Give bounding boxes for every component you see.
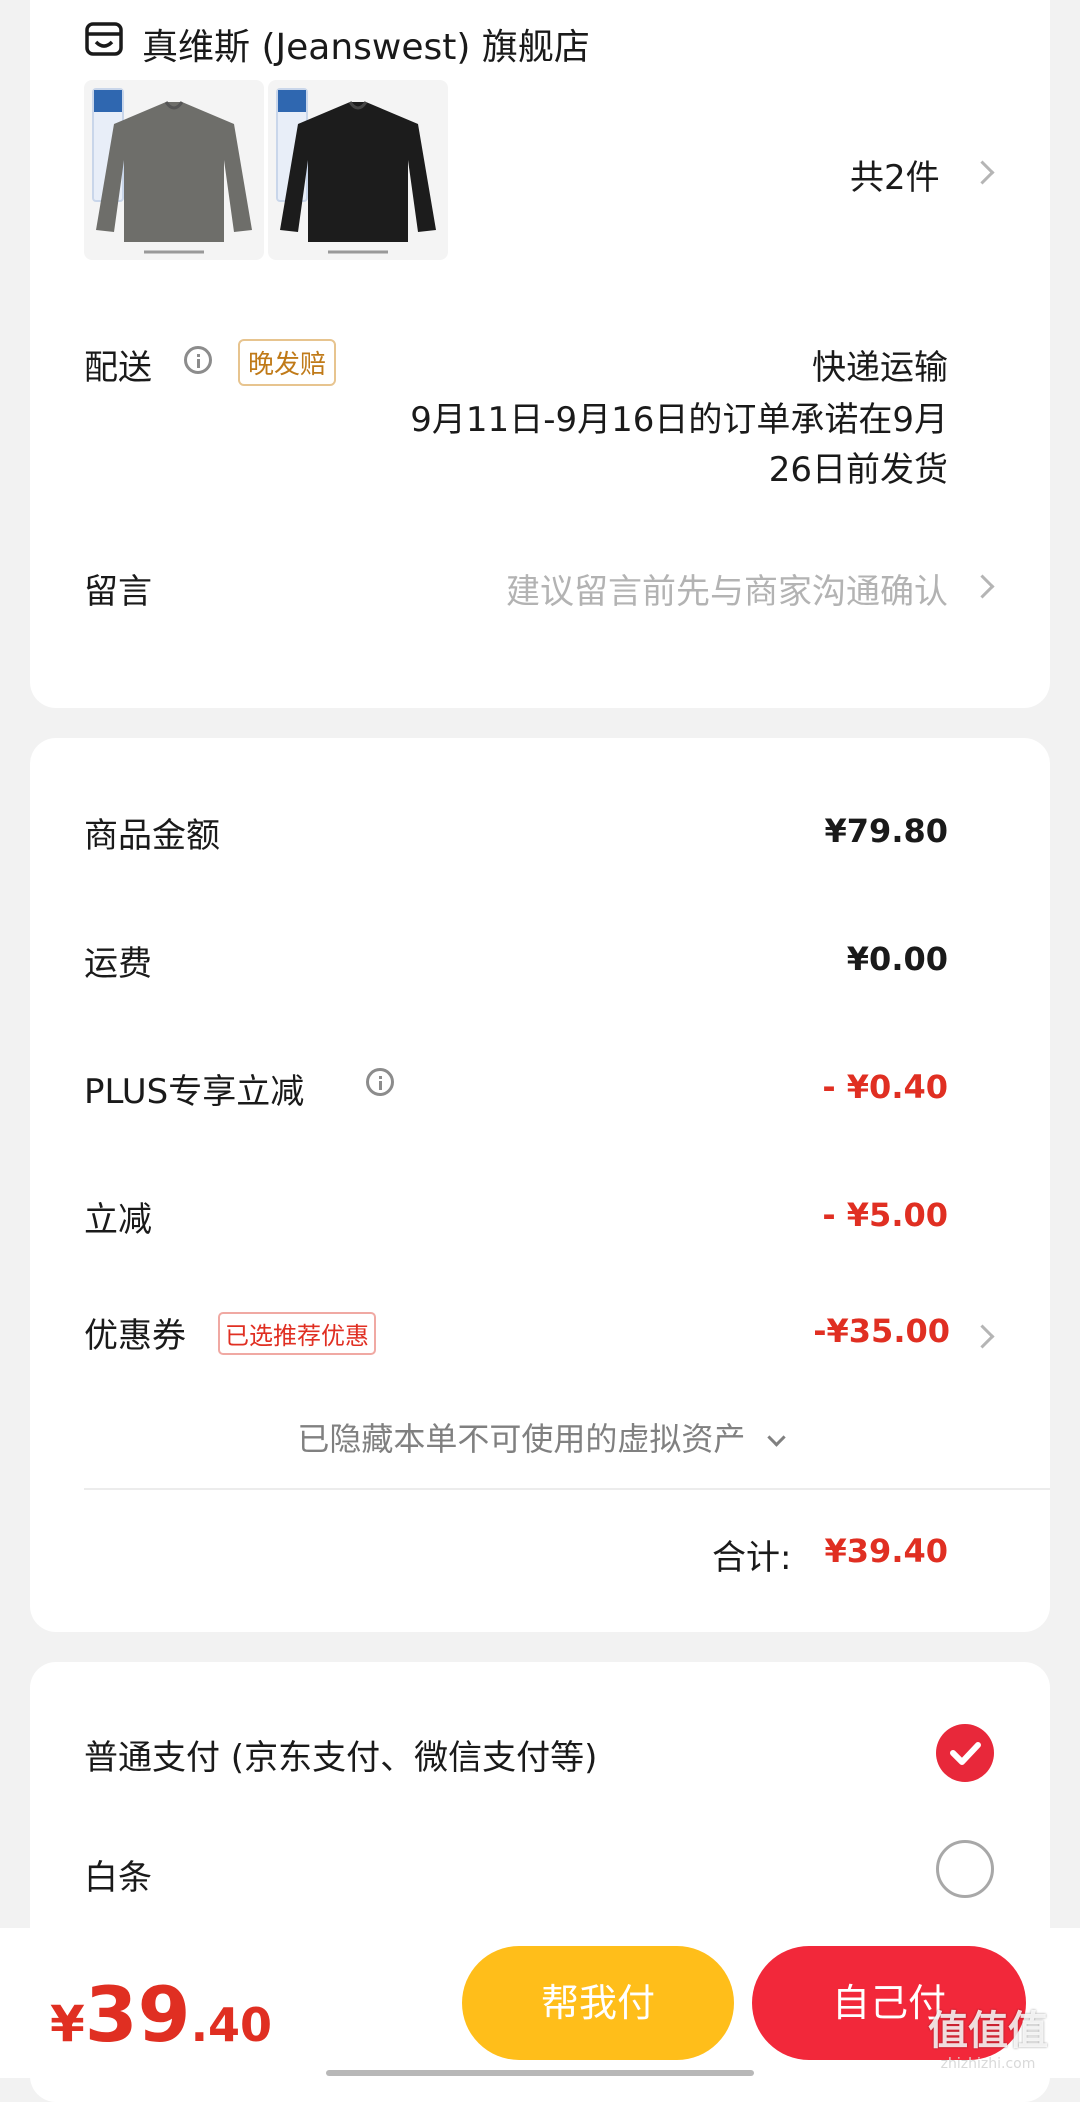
product-thumbnail[interactable] (268, 80, 448, 260)
watermark-url: zhizhizhi.com (940, 2056, 1036, 2072)
unselected-radio[interactable] (936, 1840, 994, 1898)
shipping-label: 运费 (84, 944, 152, 984)
currency-symbol: ¥ (50, 1995, 85, 2053)
coupon-selected-badge: 已选推荐优惠 (218, 1312, 376, 1355)
message-input[interactable]: 建议留言前先与商家沟通确认 (506, 564, 948, 613)
late-compensation-badge[interactable]: 晚发赔 (238, 339, 337, 386)
delivery-promise-line1: 9月11日-9月16日的订单承诺在9月 (410, 400, 948, 440)
watermark: 值值值 zhizhizhi.com (928, 1998, 1048, 2072)
chevron-right-icon (970, 160, 995, 185)
plus-discount-label: PLUS专享立减 (84, 1072, 305, 1112)
delivery-label: 配送 (84, 348, 152, 388)
check-icon (950, 1742, 981, 1765)
chevron-right-icon (970, 1324, 995, 1349)
price-decimal: .40 (190, 1998, 273, 2052)
store-name[interactable]: 真维斯 (Jeanswest) 旗舰店 (142, 18, 590, 70)
delivery-method[interactable]: 快递运输 (812, 340, 948, 389)
pay-total: ¥39.40 (50, 1970, 272, 2059)
sweater-image (96, 101, 252, 254)
info-icon[interactable] (366, 1068, 394, 1096)
chevron-right-icon (970, 574, 995, 599)
instant-discount-value: - ¥5.00 (822, 1196, 948, 1234)
price-details-card: 商品金额 ¥79.80 运费 ¥0.00 PLUS专享立减 - ¥0.40 立减… (30, 738, 1050, 1632)
coupon-label: 优惠券 (84, 1316, 186, 1356)
sweater-image (280, 101, 436, 254)
item-count[interactable]: 共2件 (850, 150, 940, 199)
coupon-value[interactable]: -¥35.00 (813, 1312, 950, 1350)
payment-option-baitiao[interactable]: 白条 (84, 1850, 152, 1899)
instant-discount-label: 立减 (84, 1200, 152, 1240)
payment-option-normal[interactable]: 普通支付 (京东支付、微信支付等) (84, 1730, 597, 1779)
delivery-promise-line2: 26日前发货 (768, 450, 948, 490)
hidden-assets-text: 已隐藏本单不可使用的虚拟资产 (297, 1420, 746, 1458)
store-card: 真维斯 (Jeanswest) 旗舰店 共2件 配送 晚发赔 快递运输 9月11… (30, 0, 1050, 708)
product-thumbnail[interactable] (84, 80, 264, 260)
info-icon[interactable] (184, 346, 212, 374)
goods-amount-label: 商品金额 (84, 816, 220, 856)
chevron-down-icon (766, 1428, 786, 1447)
shipping-value: ¥0.00 (846, 940, 948, 978)
watermark-logo: 值值值 (928, 2008, 1048, 2054)
home-indicator (326, 2070, 754, 2076)
divider (84, 1488, 1050, 1490)
total-label: 合计: (712, 1538, 792, 1578)
plus-discount-value: - ¥0.40 (822, 1068, 948, 1106)
selected-check-icon[interactable] (936, 1724, 994, 1782)
help-pay-label: 帮我付 (540, 1981, 655, 2025)
total-value: ¥39.40 (824, 1532, 948, 1570)
bottom-bar: ¥39.40 帮我付 自己付 值值值 zhizhizhi.com (0, 1928, 1080, 2078)
goods-amount-value: ¥79.80 (824, 812, 948, 850)
hidden-assets-toggle[interactable]: 已隐藏本单不可使用的虚拟资产 (30, 1414, 1050, 1460)
store-icon (85, 22, 123, 56)
price-integer: 39 (84, 1970, 191, 2059)
help-pay-button[interactable]: 帮我付 (462, 1946, 734, 2060)
message-label: 留言 (84, 572, 152, 612)
